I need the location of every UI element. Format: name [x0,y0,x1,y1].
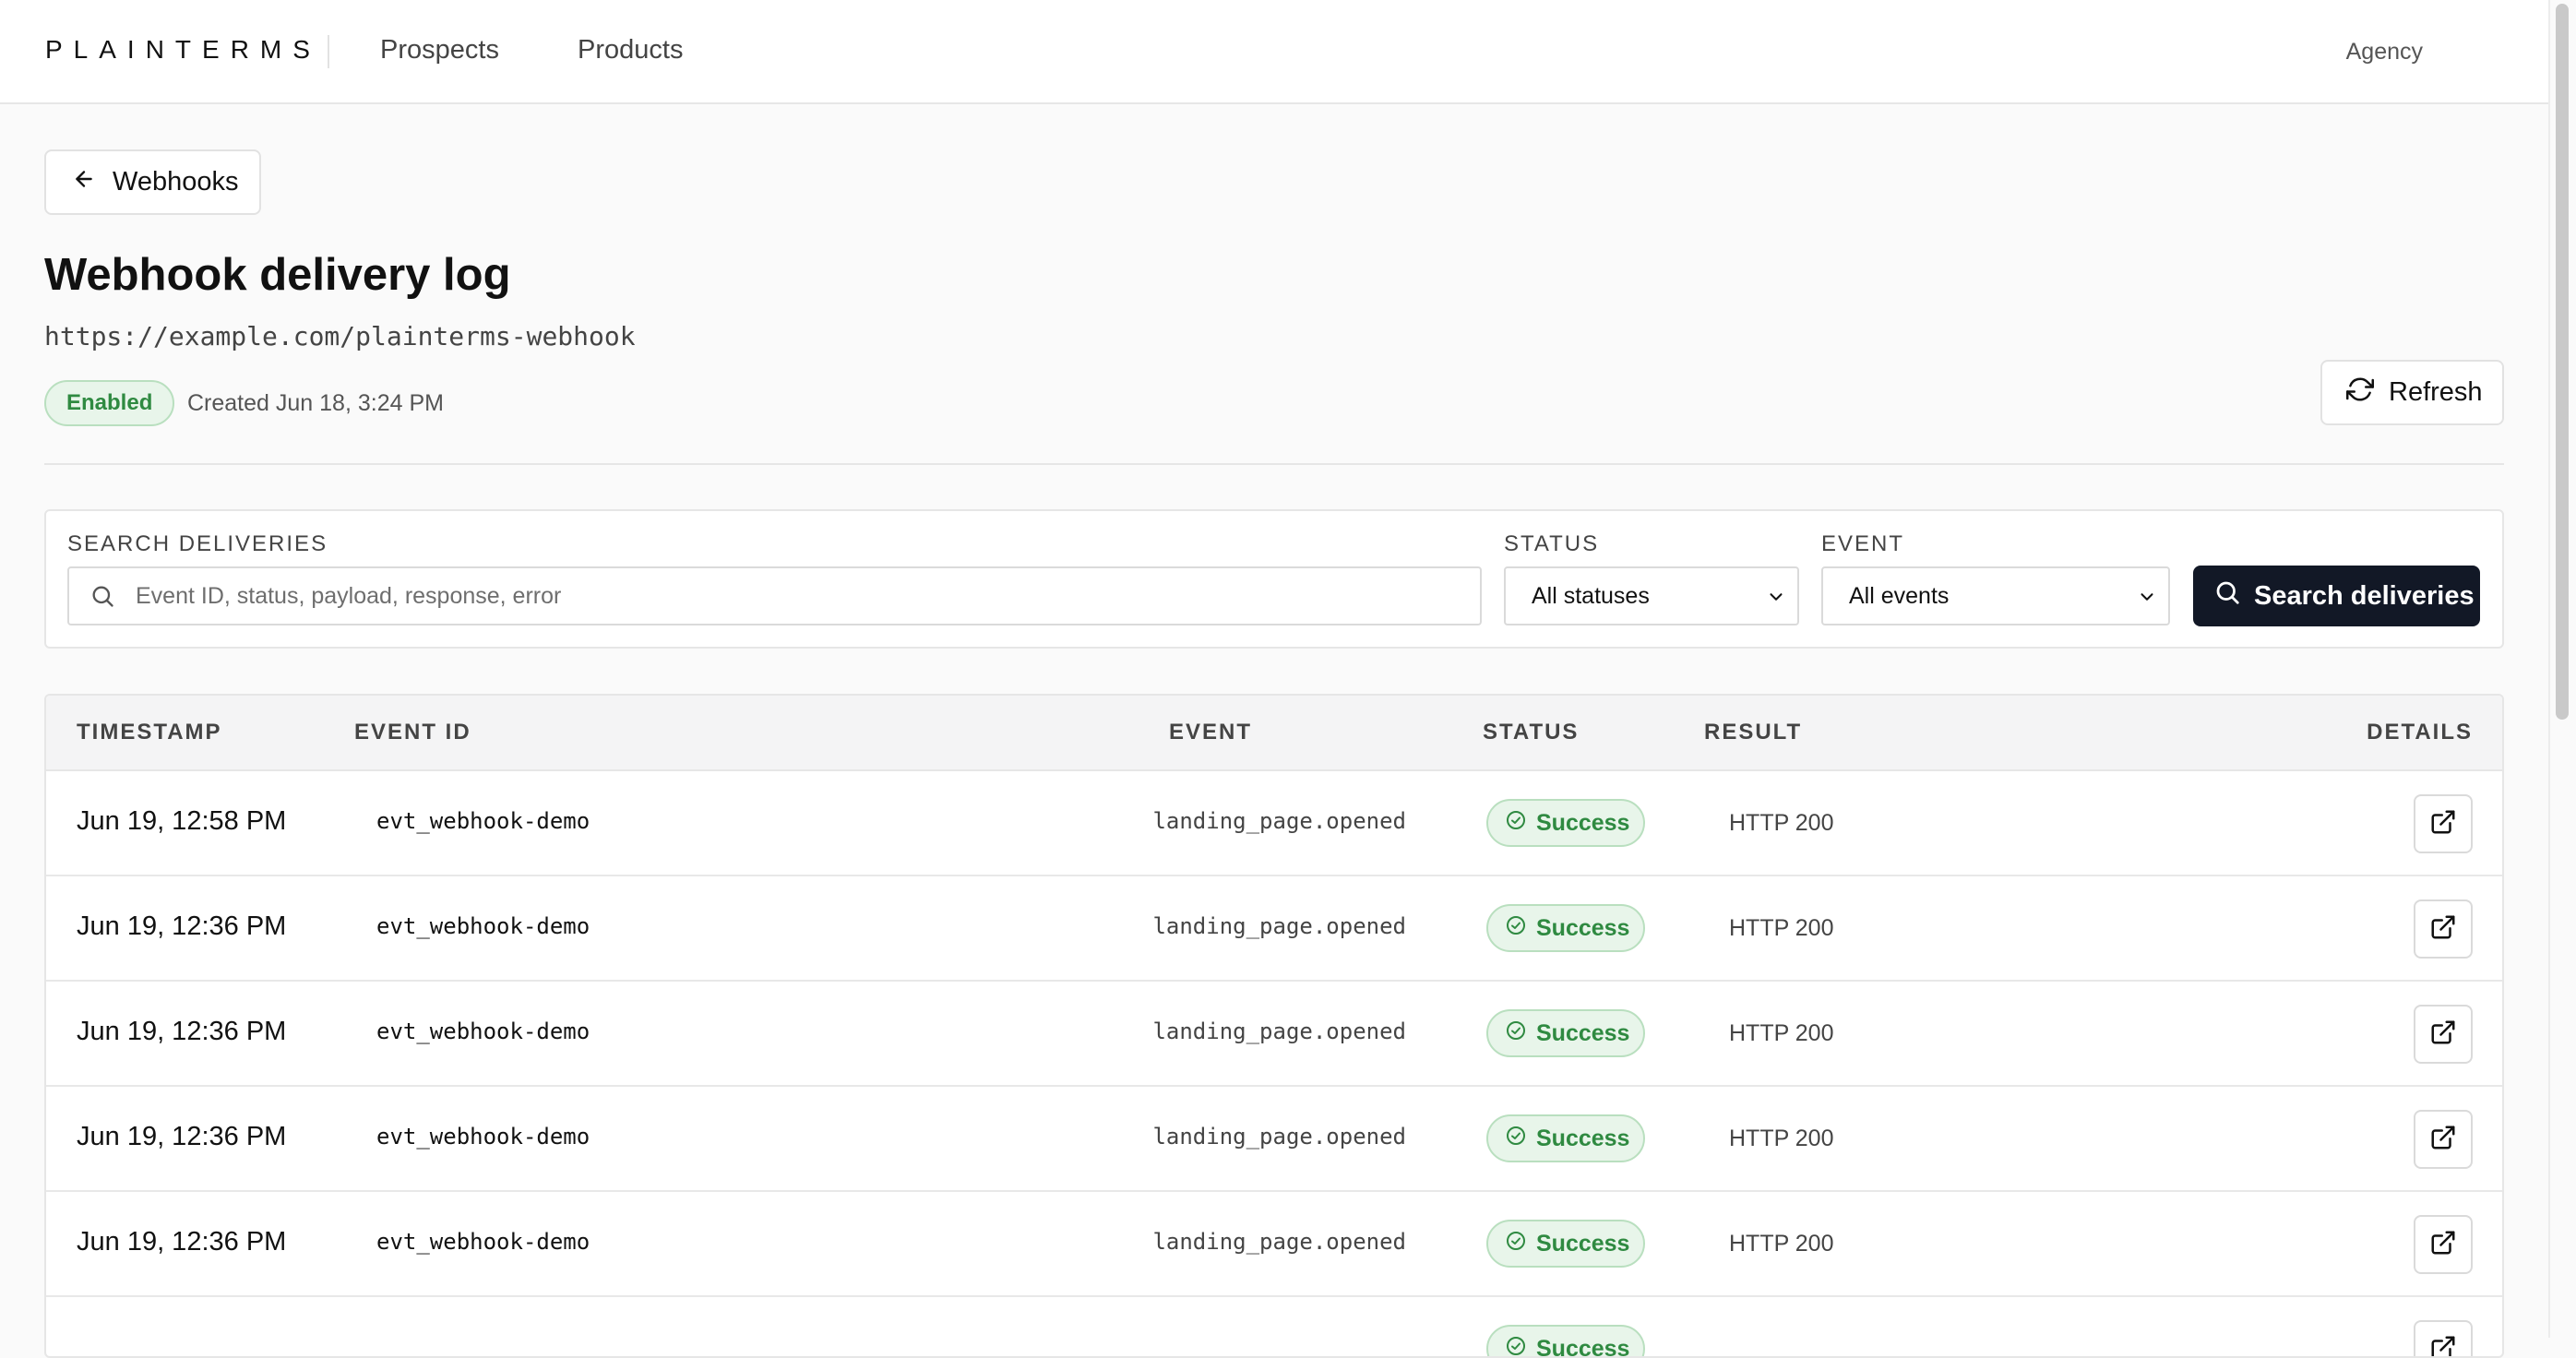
search-icon [2213,578,2241,613]
table-row[interactable]: Jun 19, 12:36 PM evt_webhook-demo landin… [46,876,2502,982]
row-result: HTTP 200 [1729,1126,1833,1152]
row-event: landing_page.opened [1152,1124,1406,1150]
column-header-event-id: EVENT ID [354,720,471,745]
top-navigation-bar: PLAINTERMS Prospects Products Agency [0,0,2548,104]
row-status-label: Success [1536,1231,1629,1257]
row-event-id: evt_webhook-demo [376,1229,590,1255]
brand-logo[interactable]: PLAINTERMS [45,35,321,65]
row-status-badge: Success [1486,799,1645,847]
chevron-down-icon [2137,587,2157,613]
row-status-badge: Success [1486,1220,1645,1268]
row-status-label: Success [1536,1336,1629,1358]
page-title: Webhook delivery log [44,249,511,301]
open-details-button[interactable] [2414,899,2473,959]
refresh-button-label: Refresh [2389,377,2483,408]
search-deliveries-button[interactable]: Search deliveries [2193,566,2480,626]
row-timestamp: Jun 19, 12:36 PM [77,911,286,942]
table-row[interactable]: Jun 19, 12:36 PM evt_webhook-demo landin… [46,982,2502,1087]
row-result: HTTP 200 [1729,1231,1833,1257]
status-filter-label: STATUS [1504,531,1599,557]
table-row[interactable]: Success [46,1297,2502,1358]
check-circle-icon [1505,1335,1527,1358]
event-filter-label: EVENT [1821,531,1904,557]
open-details-button[interactable] [2414,1005,2473,1064]
arrow-left-icon [72,167,96,198]
row-timestamp: Jun 19, 12:36 PM [77,1122,286,1152]
row-status-badge: Success [1486,1009,1645,1057]
search-deliveries-label: SEARCH DELIVERIES [67,531,328,557]
account-menu[interactable]: Agency [2346,39,2423,66]
back-button-label: Webhooks [113,167,239,197]
row-timestamp: Jun 19, 12:58 PM [77,806,286,837]
row-event: landing_page.opened [1152,808,1406,834]
open-details-button[interactable] [2414,1320,2473,1358]
check-circle-icon [1505,1230,1527,1258]
event-filter-value: All events [1849,583,1949,610]
status-filter-value: All statuses [1532,583,1650,610]
search-icon [89,583,115,613]
table-row[interactable]: Jun 19, 12:58 PM evt_webhook-demo landin… [46,771,2502,876]
row-timestamp: Jun 19, 12:36 PM [77,1017,286,1047]
chevron-down-icon [1766,587,1786,613]
row-result: HTTP 200 [1729,915,1833,942]
nav-link-products[interactable]: Products [578,35,683,66]
column-header-timestamp: TIMESTAMP [77,720,222,745]
row-result: HTTP 200 [1729,1020,1833,1047]
created-timestamp: Created Jun 18, 3:24 PM [187,390,444,417]
open-details-button[interactable] [2414,1110,2473,1169]
table-row[interactable]: Jun 19, 12:36 PM evt_webhook-demo landin… [46,1192,2502,1297]
table-row[interactable]: Jun 19, 12:36 PM evt_webhook-demo landin… [46,1087,2502,1192]
row-event-id: evt_webhook-demo [376,1124,590,1150]
table-header: TIMESTAMP EVENT ID EVENT STATUS RESULT D… [46,696,2502,771]
row-event: landing_page.opened [1152,1018,1406,1044]
nav-link-prospects[interactable]: Prospects [380,35,499,66]
row-event: landing_page.opened [1152,1229,1406,1255]
row-status-label: Success [1536,1020,1629,1047]
search-button-label: Search deliveries [2254,581,2475,612]
deliveries-table: TIMESTAMP EVENT ID EVENT STATUS RESULT D… [44,694,2504,1358]
external-link-icon [2429,1229,2457,1261]
column-header-event: EVENT [1169,720,1252,745]
back-to-webhooks-button[interactable]: Webhooks [44,149,261,215]
row-event-id: evt_webhook-demo [376,1018,590,1044]
row-status-label: Success [1536,810,1629,837]
nav-divider [328,35,329,68]
row-event: landing_page.opened [1152,913,1406,939]
section-divider [44,463,2504,465]
open-details-button[interactable] [2414,1215,2473,1274]
external-link-icon [2429,1018,2457,1051]
column-header-details: DETAILS [2367,720,2473,745]
external-link-icon [2429,1334,2457,1358]
row-status-badge: Success [1486,904,1645,952]
search-deliveries-field[interactable] [67,566,1482,625]
scrollbar-thumb[interactable] [2556,4,2569,720]
external-link-icon [2429,1124,2457,1156]
row-status-label: Success [1536,1126,1629,1152]
row-event-id: evt_webhook-demo [376,913,590,939]
endpoint-url: https://example.com/plainterms-webhook [44,321,636,351]
check-circle-icon [1505,914,1527,943]
column-header-status: STATUS [1483,720,1579,745]
row-timestamp: Jun 19, 12:36 PM [77,1227,286,1257]
check-circle-icon [1505,1019,1527,1048]
refresh-icon [2346,375,2374,411]
enabled-status-badge: Enabled [44,380,174,426]
check-circle-icon [1505,1125,1527,1153]
row-status-badge: Success [1486,1114,1645,1162]
row-status-label: Success [1536,915,1629,942]
search-deliveries-input[interactable] [136,568,1464,624]
row-result: HTTP 200 [1729,810,1833,837]
status-filter-select[interactable]: All statuses [1504,566,1799,625]
open-details-button[interactable] [2414,794,2473,853]
external-link-icon [2429,913,2457,946]
refresh-button[interactable]: Refresh [2320,360,2504,425]
external-link-icon [2429,808,2457,840]
row-event-id: evt_webhook-demo [376,808,590,834]
check-circle-icon [1505,809,1527,838]
column-header-result: RESULT [1704,720,1802,745]
row-status-badge: Success [1486,1325,1645,1358]
event-filter-select[interactable]: All events [1821,566,2170,625]
